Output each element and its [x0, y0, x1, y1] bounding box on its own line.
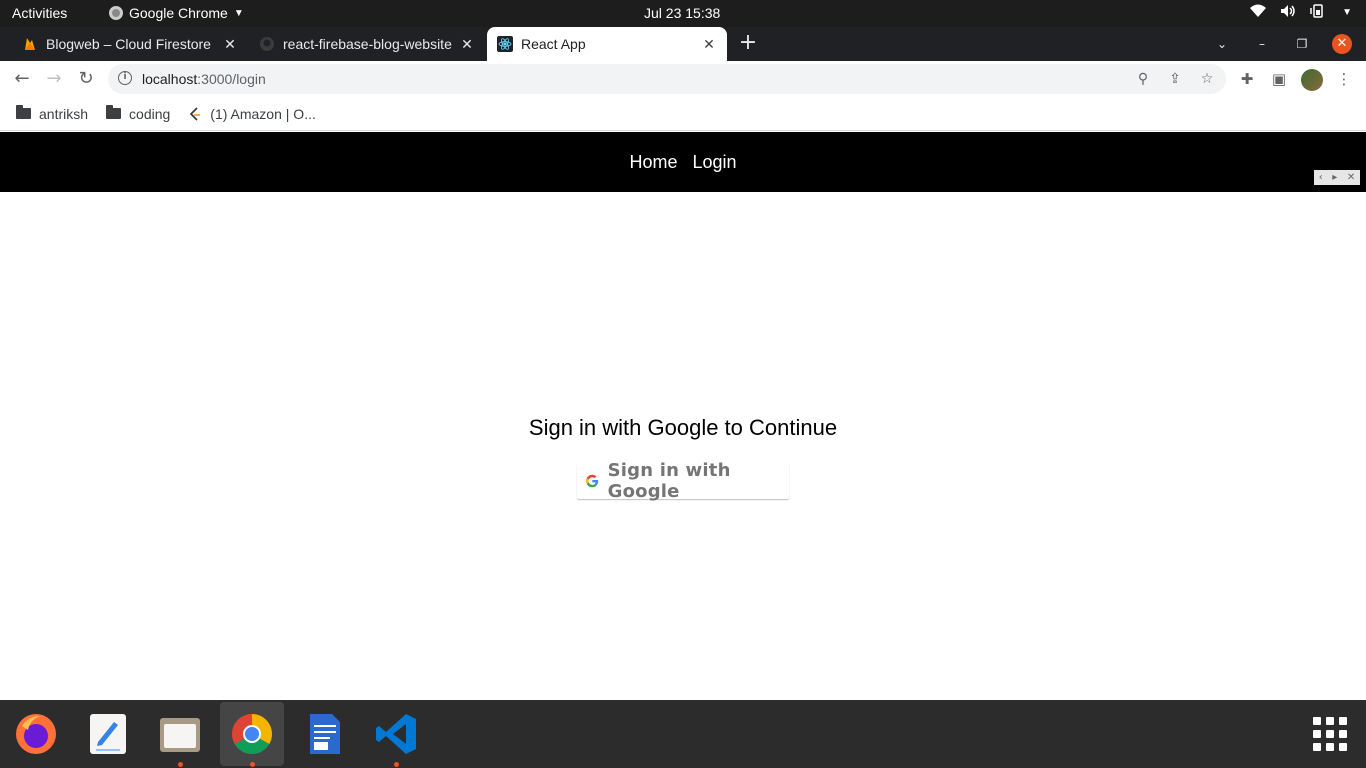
system-menu-caret-icon: ▼: [1342, 7, 1352, 18]
tab-close-icon[interactable]: ✕: [701, 36, 717, 52]
google-g-icon: [586, 474, 599, 488]
new-tab-button[interactable]: +: [738, 32, 758, 54]
forward-button[interactable]: →: [44, 69, 64, 89]
wifi-icon: [1250, 4, 1267, 21]
close-icon[interactable]: ✕: [1347, 172, 1355, 183]
zoom-icon[interactable]: ⚲: [1134, 70, 1152, 88]
running-indicator: [250, 762, 255, 767]
vscode-icon[interactable]: [374, 712, 418, 756]
nav-login-link[interactable]: Login: [692, 152, 736, 173]
show-applications-icon[interactable]: [1313, 717, 1347, 751]
text-editor-icon[interactable]: [86, 712, 130, 756]
bookmark-coding[interactable]: coding: [106, 105, 171, 122]
ad-controls[interactable]: ‹ ▸ ✕: [1314, 170, 1360, 185]
url-text[interactable]: localhost:3000/login: [142, 71, 266, 87]
restore-button[interactable]: ❐: [1282, 37, 1322, 51]
back-button[interactable]: ←: [12, 69, 32, 89]
share-icon[interactable]: ⇪: [1166, 70, 1184, 88]
leetcode-icon: [190, 106, 201, 121]
libreoffice-writer-icon[interactable]: [302, 712, 346, 756]
system-top-bar: Activities Google Chrome ▼ Jul 23 15:38 …: [0, 0, 1366, 27]
close-window-button[interactable]: ✕: [1332, 34, 1352, 54]
battery-icon: [1310, 4, 1328, 21]
tab-title: React App: [521, 36, 586, 52]
running-indicator: [394, 762, 399, 767]
tab-blogweb[interactable]: Blogweb – Cloud Firestore ✕: [12, 27, 248, 61]
tab-title: react-firebase-blog-website: [283, 36, 452, 52]
tab-react-app[interactable]: React App ✕: [487, 27, 727, 61]
tab-close-icon[interactable]: ✕: [222, 36, 238, 52]
nav-home-link[interactable]: Home: [629, 152, 677, 173]
window-controls: ⌄ – ❐ ✕: [1202, 27, 1366, 61]
bookmark-label: antriksh: [39, 105, 89, 122]
address-bar[interactable]: i localhost:3000/login ⚲ ⇪ ☆: [108, 64, 1226, 94]
side-panel-icon[interactable]: ▣: [1269, 69, 1289, 89]
system-tray[interactable]: ▼: [1250, 4, 1352, 21]
browser-toolbar: ← → ↻ i localhost:3000/login ⚲ ⇪ ☆ ✚ ▣ ⋮: [0, 61, 1366, 97]
clock[interactable]: Jul 23 15:38: [644, 5, 720, 21]
tab-github[interactable]: react-firebase-blog-website ✕: [249, 27, 485, 61]
web-page: Home Login ‹ ▸ ✕ Sign in with Google to …: [0, 132, 1366, 700]
tab-close-icon[interactable]: ✕: [459, 36, 475, 52]
ubuntu-dock: [0, 700, 1366, 768]
reload-button[interactable]: ↻: [76, 69, 96, 89]
google-signin-button[interactable]: Sign in with Google: [577, 460, 789, 502]
volume-icon: [1280, 4, 1296, 21]
profile-avatar[interactable]: [1301, 69, 1323, 91]
firefox-icon[interactable]: [14, 712, 58, 756]
github-icon: [260, 37, 274, 51]
prev-icon[interactable]: ‹: [1319, 172, 1323, 183]
app-menu[interactable]: Google Chrome ▼: [109, 5, 244, 21]
minimize-button[interactable]: –: [1242, 37, 1282, 51]
tab-search-icon[interactable]: ⌄: [1202, 37, 1242, 51]
tab-strip: Blogweb – Cloud Firestore ✕ react-fireba…: [0, 27, 1366, 61]
files-icon[interactable]: [158, 712, 202, 756]
bookmark-label: (1) Amazon | O...: [210, 105, 316, 122]
app-menu-label: Google Chrome: [129, 5, 228, 21]
signin-heading: Sign in with Google to Continue: [528, 415, 838, 440]
folder-icon: [106, 105, 122, 119]
running-indicator: [178, 762, 183, 767]
next-icon[interactable]: ▸: [1332, 172, 1337, 183]
chrome-icon[interactable]: [230, 712, 274, 756]
bookmark-star-icon[interactable]: ☆: [1198, 70, 1216, 88]
bookmark-amazon[interactable]: (1) Amazon | O...: [188, 106, 316, 122]
bookmark-label: coding: [129, 105, 171, 122]
dropdown-caret-icon: ▼: [233, 7, 244, 19]
tab-title: Blogweb – Cloud Firestore: [46, 36, 211, 52]
extensions-icon[interactable]: ✚: [1237, 69, 1257, 89]
activities-button[interactable]: Activities: [12, 5, 67, 21]
react-icon: [497, 36, 513, 52]
site-info-icon[interactable]: i: [118, 71, 132, 85]
chrome-small-icon: [109, 6, 123, 20]
bookmark-antriksh[interactable]: antriksh: [16, 105, 89, 122]
firebase-icon: [25, 38, 35, 50]
site-navbar: Home Login: [0, 132, 1366, 192]
bookmarks-bar: antriksh coding (1) Amazon | O...: [0, 97, 1366, 131]
folder-icon: [16, 105, 31, 119]
menu-kebab-icon[interactable]: ⋮: [1334, 69, 1354, 89]
google-signin-label: Sign in with Google: [607, 460, 731, 502]
